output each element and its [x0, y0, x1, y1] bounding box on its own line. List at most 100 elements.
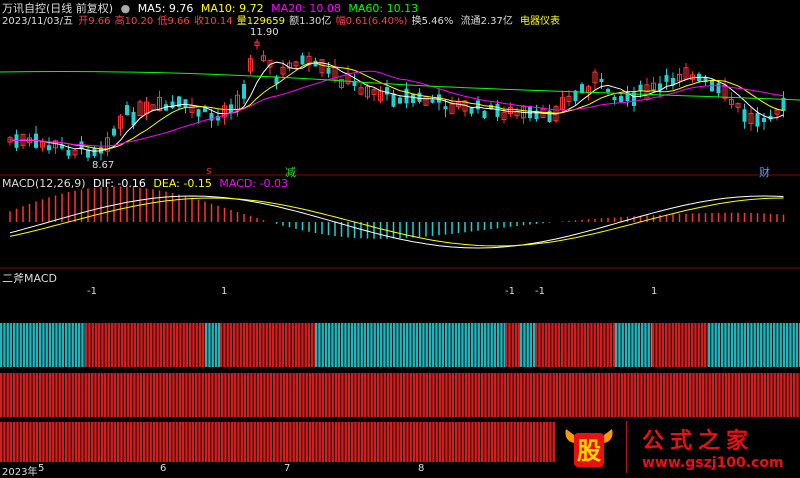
erfu-bar-row3	[114, 422, 116, 462]
erfu-bar-row1	[789, 323, 791, 367]
erfu-bar-row2	[192, 373, 194, 417]
erfu-bar-row3	[68, 422, 70, 462]
chart-svg[interactable]	[0, 0, 800, 476]
erfu-bar-row1	[370, 323, 372, 367]
candle-down	[619, 96, 623, 102]
erfu-bar-row2	[335, 373, 337, 417]
erfu-bar-row1	[439, 323, 441, 367]
erfu-bar-row1	[603, 323, 605, 367]
erfu-bar-row1	[7, 323, 9, 367]
erfu-bar-row1	[750, 323, 752, 367]
erfu-bar-row1	[770, 323, 772, 367]
erfu-bar-row1	[590, 323, 592, 367]
erfu-bar-row1	[199, 323, 201, 367]
erfu-bar-row3	[101, 422, 103, 462]
site-url[interactable]: www.gszj100.com	[642, 455, 784, 471]
erfu-bar-row3	[46, 422, 48, 462]
erfu-macd-title[interactable]: 二斧MACD	[2, 270, 57, 286]
erfu-bar-row1	[266, 323, 268, 367]
erfu-bar-row3	[250, 422, 252, 462]
erfu-bar-row2	[582, 373, 584, 417]
candle-down	[184, 99, 188, 107]
event-marker-finance[interactable]: 财	[759, 164, 770, 180]
erfu-bar-row3	[530, 422, 532, 462]
erfu-bar-row1	[698, 323, 700, 367]
erfu-bar-row3	[156, 422, 158, 462]
erfu-bar-row3	[293, 422, 295, 462]
erfu-bar-row1	[282, 323, 284, 367]
erfu-bar-row2	[345, 373, 347, 417]
erfu-bar-row3	[319, 422, 321, 462]
erfu-bar-row2	[725, 373, 727, 417]
erfu-bar-row1	[20, 323, 22, 367]
erfu-bar-row2	[410, 373, 412, 417]
erfu-bar-row1	[558, 323, 560, 367]
erfu-bar-row1	[432, 323, 434, 367]
erfu-bar-row1	[95, 323, 97, 367]
erfu-bar-row1	[121, 323, 123, 367]
erfu-bar-row3	[29, 422, 31, 462]
erfu-bar-row2	[650, 373, 652, 417]
erfu-bar-row2	[728, 373, 730, 417]
erfu-bar-row2	[276, 373, 278, 417]
erfu-bar-row2	[572, 373, 574, 417]
erfu-bar-row1	[487, 323, 489, 367]
erfu-bar-row3	[410, 422, 412, 462]
erfu-bar-row1	[721, 323, 723, 367]
erfu-bar-row1	[68, 323, 70, 367]
erfu-bar-row2	[127, 373, 129, 417]
erfu-bar-row1	[515, 323, 517, 367]
erfu-bar-row2	[595, 373, 597, 417]
macd-title[interactable]: MACD(12,26,9)	[2, 177, 86, 190]
erfu-bar-row2	[611, 373, 613, 417]
erfu-bar-row2	[159, 373, 161, 417]
erfu-bar-row2	[358, 373, 360, 417]
erfu-bar-row1	[491, 323, 493, 367]
erfu-bar-row1	[452, 323, 454, 367]
erfu-bar-row2	[517, 373, 519, 417]
erfu-bar-row3	[527, 422, 529, 462]
erfu-bar-row3	[449, 422, 451, 462]
erfu-bar-row3	[458, 422, 460, 462]
erfu-bar-row1	[662, 323, 664, 367]
erfu-bar-row3	[468, 422, 470, 462]
event-marker-s[interactable]: s	[206, 164, 212, 177]
erfu-bar-row1	[114, 323, 116, 367]
erfu-bar-row3	[494, 422, 496, 462]
erfu-bar-row2	[676, 373, 678, 417]
site-slogan: 公式之家	[642, 423, 754, 455]
erfu-bar-row3	[91, 422, 93, 462]
erfu-bar-row1	[644, 323, 646, 367]
erfu-bar-row3	[75, 422, 77, 462]
erfu-bar-row1	[767, 323, 769, 367]
erfu-bar-row3	[481, 422, 483, 462]
erfu-bar-row1	[678, 323, 680, 367]
candle-down	[112, 129, 116, 136]
erfu-bar-row3	[273, 422, 275, 462]
erfu-bar-row2	[462, 373, 464, 417]
erfu-bar-row3	[62, 422, 64, 462]
erfu-bar-row3	[553, 422, 555, 462]
erfu-bar-row2	[257, 373, 259, 417]
erfu-bar-row2	[712, 373, 714, 417]
erfu-bar-row2	[254, 373, 256, 417]
erfu-bar-row3	[159, 422, 161, 462]
erfu-bar-row2	[465, 373, 467, 417]
erfu-bar-row3	[484, 422, 486, 462]
erfu-bar-row2	[445, 373, 447, 417]
erfu-bar-row2	[218, 373, 220, 417]
candle-down	[392, 93, 396, 106]
erfu-bar-row2	[179, 373, 181, 417]
erfu-bar-row2	[637, 373, 639, 417]
erfu-bar-row2	[715, 373, 717, 417]
erfu-bar-row2	[608, 373, 610, 417]
erfu-bar-row1	[186, 323, 188, 367]
erfu-bar-row3	[390, 422, 392, 462]
erfu-bar-row2	[429, 373, 431, 417]
erfu-bar-row2	[598, 373, 600, 417]
erfu-bar-row3	[322, 422, 324, 462]
erfu-bar-row3	[341, 422, 343, 462]
erfu-bar-row1	[153, 323, 155, 367]
erfu-bar-row3	[166, 422, 168, 462]
axis-month: 6	[160, 463, 166, 474]
